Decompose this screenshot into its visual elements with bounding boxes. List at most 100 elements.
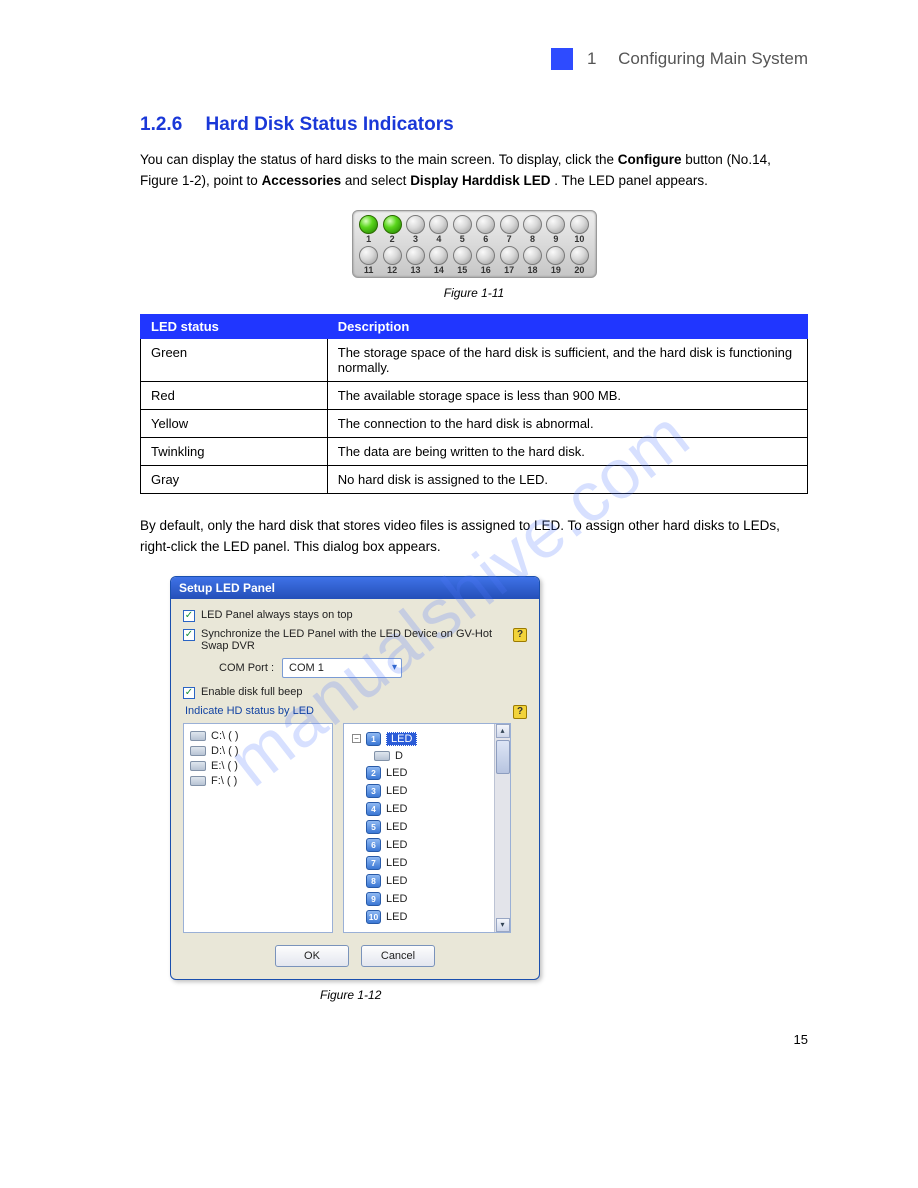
dialog-title: Setup LED Panel: [171, 577, 539, 599]
intro-bold-3: Display Harddisk LED: [410, 173, 550, 188]
led-indicator-off: [429, 215, 448, 234]
tree-node[interactable]: 9LED: [366, 890, 506, 908]
checkbox-row-stay-on-top[interactable]: ✓ LED Panel always stays on top: [183, 609, 527, 622]
chk2-label: Synchronize the LED Panel with the LED D…: [201, 628, 501, 652]
led-number: 2: [382, 234, 402, 244]
drive-list[interactable]: C:\ ( ) D:\ ( ) E:\ ( ) F:\ ( ): [183, 723, 333, 933]
intro-bold-1: Configure: [618, 152, 682, 167]
comport-value: COM 1: [289, 662, 324, 674]
led-panel: 12345678910 11121314151617181920: [352, 210, 597, 278]
led-cell: 1: [358, 215, 378, 244]
tree-node[interactable]: 4LED: [366, 800, 506, 818]
led-row-1: 12345678910: [359, 215, 590, 244]
drive-item[interactable]: D:\ ( ): [190, 745, 326, 757]
led-number: 7: [499, 234, 519, 244]
drive-icon: [190, 746, 206, 756]
node-badge-icon: 2: [366, 766, 381, 780]
header-page-number: 1: [587, 49, 596, 68]
help-icon[interactable]: ?: [513, 705, 527, 719]
tree-label: LED: [386, 839, 407, 851]
tree-label: LED: [386, 911, 407, 923]
tree-node[interactable]: −1LED: [352, 730, 506, 748]
led-cell: 10: [569, 215, 589, 244]
tree-node[interactable]: 2LED: [366, 764, 506, 782]
tree-label: LED: [386, 785, 407, 797]
led-indicator-off: [546, 246, 565, 265]
checkbox-icon[interactable]: ✓: [183, 629, 195, 641]
comport-row: COM Port : COM 1 ▾: [219, 658, 527, 678]
node-badge-icon: 3: [366, 784, 381, 798]
drive-item[interactable]: F:\ ( ): [190, 775, 326, 787]
led-number: 9: [546, 234, 566, 244]
scroll-down-button[interactable]: ▾: [496, 918, 510, 932]
led-cell: 13: [405, 246, 425, 275]
checkbox-row-beep[interactable]: ✓ Enable disk full beep: [183, 686, 527, 699]
led-number: 13: [405, 265, 425, 275]
drive-icon: [190, 731, 206, 741]
node-badge-icon: 5: [366, 820, 381, 834]
led-number: 6: [476, 234, 496, 244]
led-indicator-off: [476, 246, 495, 265]
cancel-button[interactable]: Cancel: [361, 945, 435, 967]
tree-node[interactable]: 6 LED: [366, 836, 506, 854]
led-cell: 15: [452, 246, 472, 275]
led-number: 12: [382, 265, 402, 275]
tree-label-selected[interactable]: LED: [386, 732, 417, 746]
led-cell: 4: [429, 215, 449, 244]
led-number: 4: [429, 234, 449, 244]
checkbox-icon[interactable]: ✓: [183, 687, 195, 699]
table-row: GrayNo hard disk is assigned to the LED.: [141, 465, 808, 493]
drive-item[interactable]: E:\ ( ): [190, 760, 326, 772]
drive-label: E:\ ( ): [211, 760, 238, 772]
led-number: 20: [569, 265, 589, 275]
led-cell: 20: [569, 246, 589, 275]
tree-node[interactable]: 10LED: [366, 908, 506, 926]
led-cell: 6: [476, 215, 496, 244]
figure-caption-2: Figure 1-12: [320, 988, 808, 1002]
ok-button[interactable]: OK: [275, 945, 349, 967]
led-cell: 2: [382, 215, 402, 244]
figure-caption-1: Figure 1-11: [140, 286, 808, 300]
scroll-thumb[interactable]: [496, 740, 510, 774]
tree-node[interactable]: 5LED: [366, 818, 506, 836]
comport-combo[interactable]: COM 1 ▾: [282, 658, 402, 678]
scroll-up-button[interactable]: ▴: [496, 724, 510, 738]
th-description: Description: [327, 314, 807, 338]
led-tree[interactable]: −1LEDD2LED3LED4LED5LED6LED7LED8LED9LED10…: [343, 723, 511, 933]
led-indicator-off: [429, 246, 448, 265]
scrollbar[interactable]: ▴ ▾: [494, 724, 510, 932]
led-indicator-off: [570, 246, 589, 265]
drive-item[interactable]: C:\ ( ): [190, 730, 326, 742]
led-row-2: 11121314151617181920: [359, 246, 590, 275]
led-indicator-off: [476, 215, 495, 234]
page-header: 1 Configuring Main System: [140, 48, 808, 70]
td-desc: The available storage space is less than…: [327, 381, 807, 409]
td-status: Red: [141, 381, 328, 409]
led-indicator-green: [383, 215, 402, 234]
chk3-label: Enable disk full beep: [201, 686, 303, 698]
header-doc-title: Configuring Main System: [618, 49, 808, 68]
intro-paragraph: You can display the status of hard disks…: [140, 150, 808, 192]
collapse-icon[interactable]: −: [352, 734, 361, 743]
tree-sub-item[interactable]: D: [374, 748, 506, 764]
tree-node[interactable]: 8LED: [366, 872, 506, 890]
help-icon[interactable]: ?: [513, 628, 527, 642]
section-heading: Hard Disk Status Indicators: [206, 114, 454, 135]
led-cell: 12: [382, 246, 402, 275]
tree-label: LED: [386, 893, 407, 905]
tree-node[interactable]: 3 LED: [366, 782, 506, 800]
setup-led-panel-dialog: Setup LED Panel ✓ LED Panel always stays…: [170, 576, 540, 980]
led-number: 11: [358, 265, 378, 275]
td-status: Yellow: [141, 409, 328, 437]
led-number: 19: [546, 265, 566, 275]
node-badge-icon: 6: [366, 838, 381, 852]
hd-status-text: Indicate HD status by LED: [185, 705, 314, 717]
checkbox-icon[interactable]: ✓: [183, 610, 195, 622]
led-indicator-off: [406, 246, 425, 265]
checkbox-row-sync[interactable]: ✓ Synchronize the LED Panel with the LED…: [183, 628, 527, 652]
chk1-label: LED Panel always stays on top: [201, 609, 353, 621]
led-number: 10: [569, 234, 589, 244]
tree-node[interactable]: 7LED: [366, 854, 506, 872]
led-cell: 3: [405, 215, 425, 244]
table-row: TwinklingThe data are being written to t…: [141, 437, 808, 465]
